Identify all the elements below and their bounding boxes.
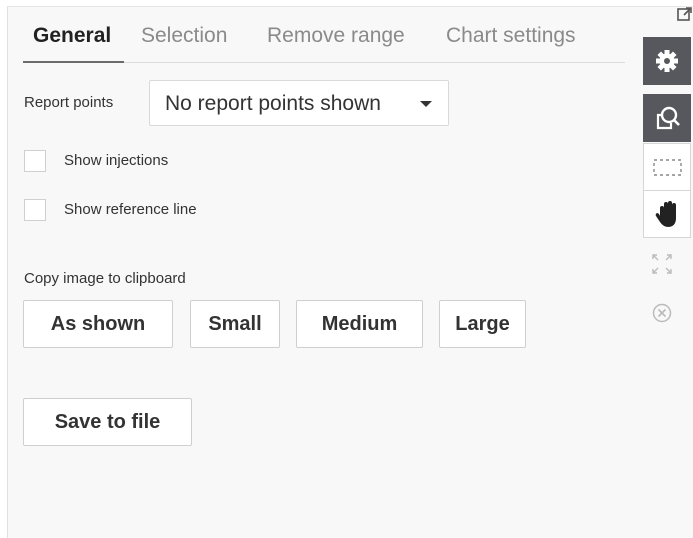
select-rectangle-icon bbox=[653, 159, 682, 176]
copy-medium-button[interactable]: Medium bbox=[296, 300, 423, 348]
fit-to-screen-icon[interactable] bbox=[651, 253, 673, 275]
settings-tool-button[interactable] bbox=[643, 37, 691, 85]
zoom-icon bbox=[656, 106, 680, 130]
tab-bar: General Selection Remove range Chart set… bbox=[23, 20, 625, 63]
close-circle-icon[interactable] bbox=[651, 302, 673, 324]
tab-general[interactable]: General bbox=[33, 24, 111, 48]
tab-chart-settings[interactable]: Chart settings bbox=[446, 24, 576, 48]
pan-hand-icon bbox=[655, 201, 676, 227]
report-points-value: No report points shown bbox=[165, 92, 381, 115]
tab-remove-range[interactable]: Remove range bbox=[267, 24, 405, 48]
gear-icon bbox=[656, 50, 678, 72]
copy-as-shown-button[interactable]: As shown bbox=[23, 300, 173, 348]
pan-tool-button[interactable] bbox=[643, 190, 691, 238]
active-tab-indicator bbox=[23, 61, 124, 63]
popout-icon[interactable] bbox=[676, 6, 693, 23]
show-injections-checkbox[interactable] bbox=[24, 150, 46, 172]
tab-selection[interactable]: Selection bbox=[141, 24, 227, 48]
copy-large-button[interactable]: Large bbox=[439, 300, 526, 348]
zoom-tool-button[interactable] bbox=[643, 94, 691, 142]
copy-image-label: Copy image to clipboard bbox=[24, 270, 186, 287]
copy-small-button[interactable]: Small bbox=[190, 300, 280, 348]
select-rectangle-tool-button[interactable] bbox=[643, 143, 691, 191]
show-reference-line-label: Show reference line bbox=[64, 201, 197, 218]
report-points-label: Report points bbox=[24, 94, 114, 111]
chevron-down-icon bbox=[420, 101, 432, 107]
show-injections-label: Show injections bbox=[64, 152, 169, 169]
save-to-file-button[interactable]: Save to file bbox=[23, 398, 192, 446]
report-points-dropdown[interactable]: No report points shown bbox=[149, 80, 449, 126]
show-reference-line-checkbox[interactable] bbox=[24, 199, 46, 221]
